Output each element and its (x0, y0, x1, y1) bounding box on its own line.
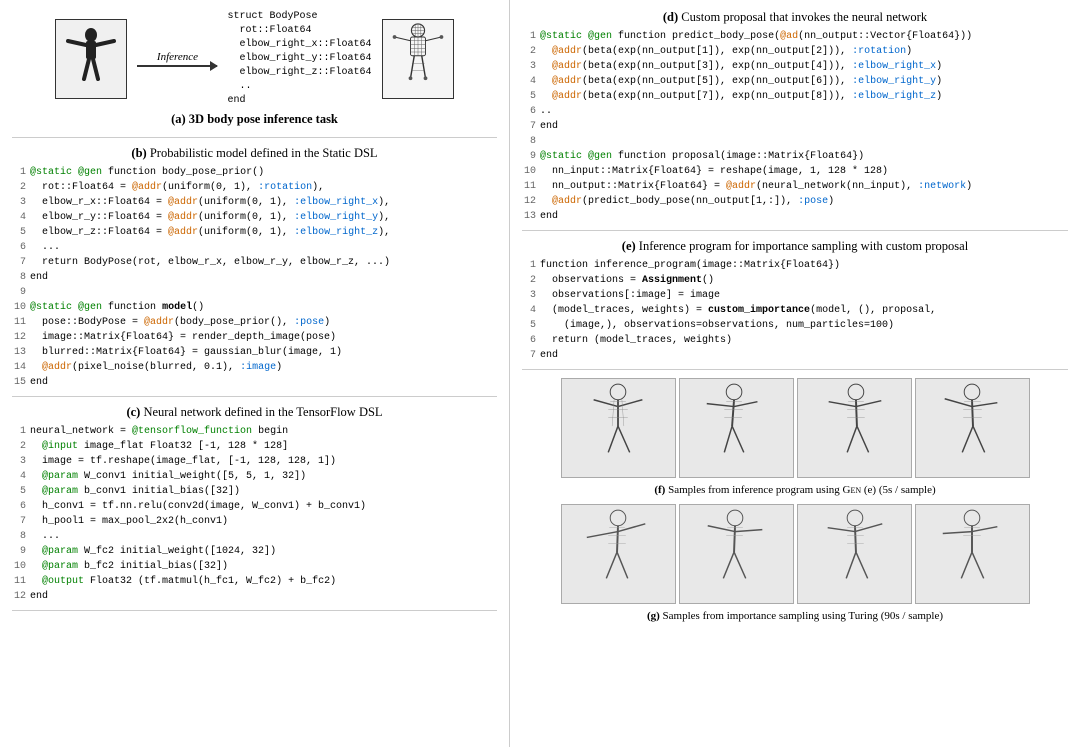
pose-image-g3 (797, 504, 912, 604)
inference-label: Inference (157, 51, 198, 63)
pose-image-g4 (915, 504, 1030, 604)
panel-e: (e) Inference program for importance sam… (522, 239, 1068, 370)
body-silhouette-left (66, 27, 116, 92)
figure-g2 (697, 508, 775, 601)
pose-image-f2 (679, 378, 794, 478)
panel-g: (g) Samples from importance sampling usi… (522, 504, 1068, 622)
pose-image-f4 (915, 378, 1030, 478)
panel-c: (c) Neural network defined in the Tensor… (12, 405, 497, 611)
body-image-right (382, 19, 454, 99)
figure-f3 (815, 382, 893, 475)
panel-b: (b) Probabilistic model defined in the S… (12, 146, 497, 397)
panel-a-content: Inference struct BodyPose rot::Float64 e… (55, 10, 453, 108)
panel-g-grid (522, 504, 1068, 604)
panel-d-title: (d) Custom proposal that invokes the neu… (522, 10, 1068, 25)
panel-a-title: (a) 3D body pose inference task (171, 112, 338, 127)
pose-image-g1 (561, 504, 676, 604)
panel-f: (f) Samples from inference program using… (522, 378, 1068, 496)
struct-text: struct BodyPose rot::Float64 elbow_right… (227, 10, 371, 108)
figure-g3 (815, 508, 893, 601)
arrow-box: Inference (137, 51, 217, 67)
panel-f-grid (522, 378, 1068, 478)
panel-a: Inference struct BodyPose rot::Float64 e… (12, 10, 497, 138)
arrow-line (137, 65, 217, 67)
pose-image-f3 (797, 378, 912, 478)
panel-e-code: 1function inference_program(image::Matri… (522, 258, 1068, 363)
figure-f4 (933, 382, 1011, 475)
right-panel: (d) Custom proposal that invokes the neu… (510, 0, 1080, 747)
pose-image-g2 (679, 504, 794, 604)
panel-b-title: (b) Probabilistic model defined in the S… (12, 146, 497, 161)
body-image-left (55, 19, 127, 99)
left-panel: Inference struct BodyPose rot::Float64 e… (0, 0, 510, 747)
body-wireframe-right (388, 22, 448, 97)
panel-d: (d) Custom proposal that invokes the neu… (522, 10, 1068, 231)
panel-b-code: 1@static @gen function body_pose_prior()… (12, 165, 497, 390)
panel-f-caption: (f) Samples from inference program using… (522, 484, 1068, 496)
panel-e-title: (e) Inference program for importance sam… (522, 239, 1068, 254)
figure-f2 (697, 382, 775, 475)
panel-g-caption: (g) Samples from importance sampling usi… (522, 610, 1068, 622)
figure-f1 (579, 382, 657, 475)
panel-d-code: 1@static @gen function predict_body_pose… (522, 29, 1068, 224)
panel-c-code: 1neural_network = @tensorflow_function b… (12, 424, 497, 604)
figure-g1 (579, 508, 657, 601)
figure-g4 (933, 508, 1011, 601)
pose-image-f1 (561, 378, 676, 478)
panel-c-title: (c) Neural network defined in the Tensor… (12, 405, 497, 420)
